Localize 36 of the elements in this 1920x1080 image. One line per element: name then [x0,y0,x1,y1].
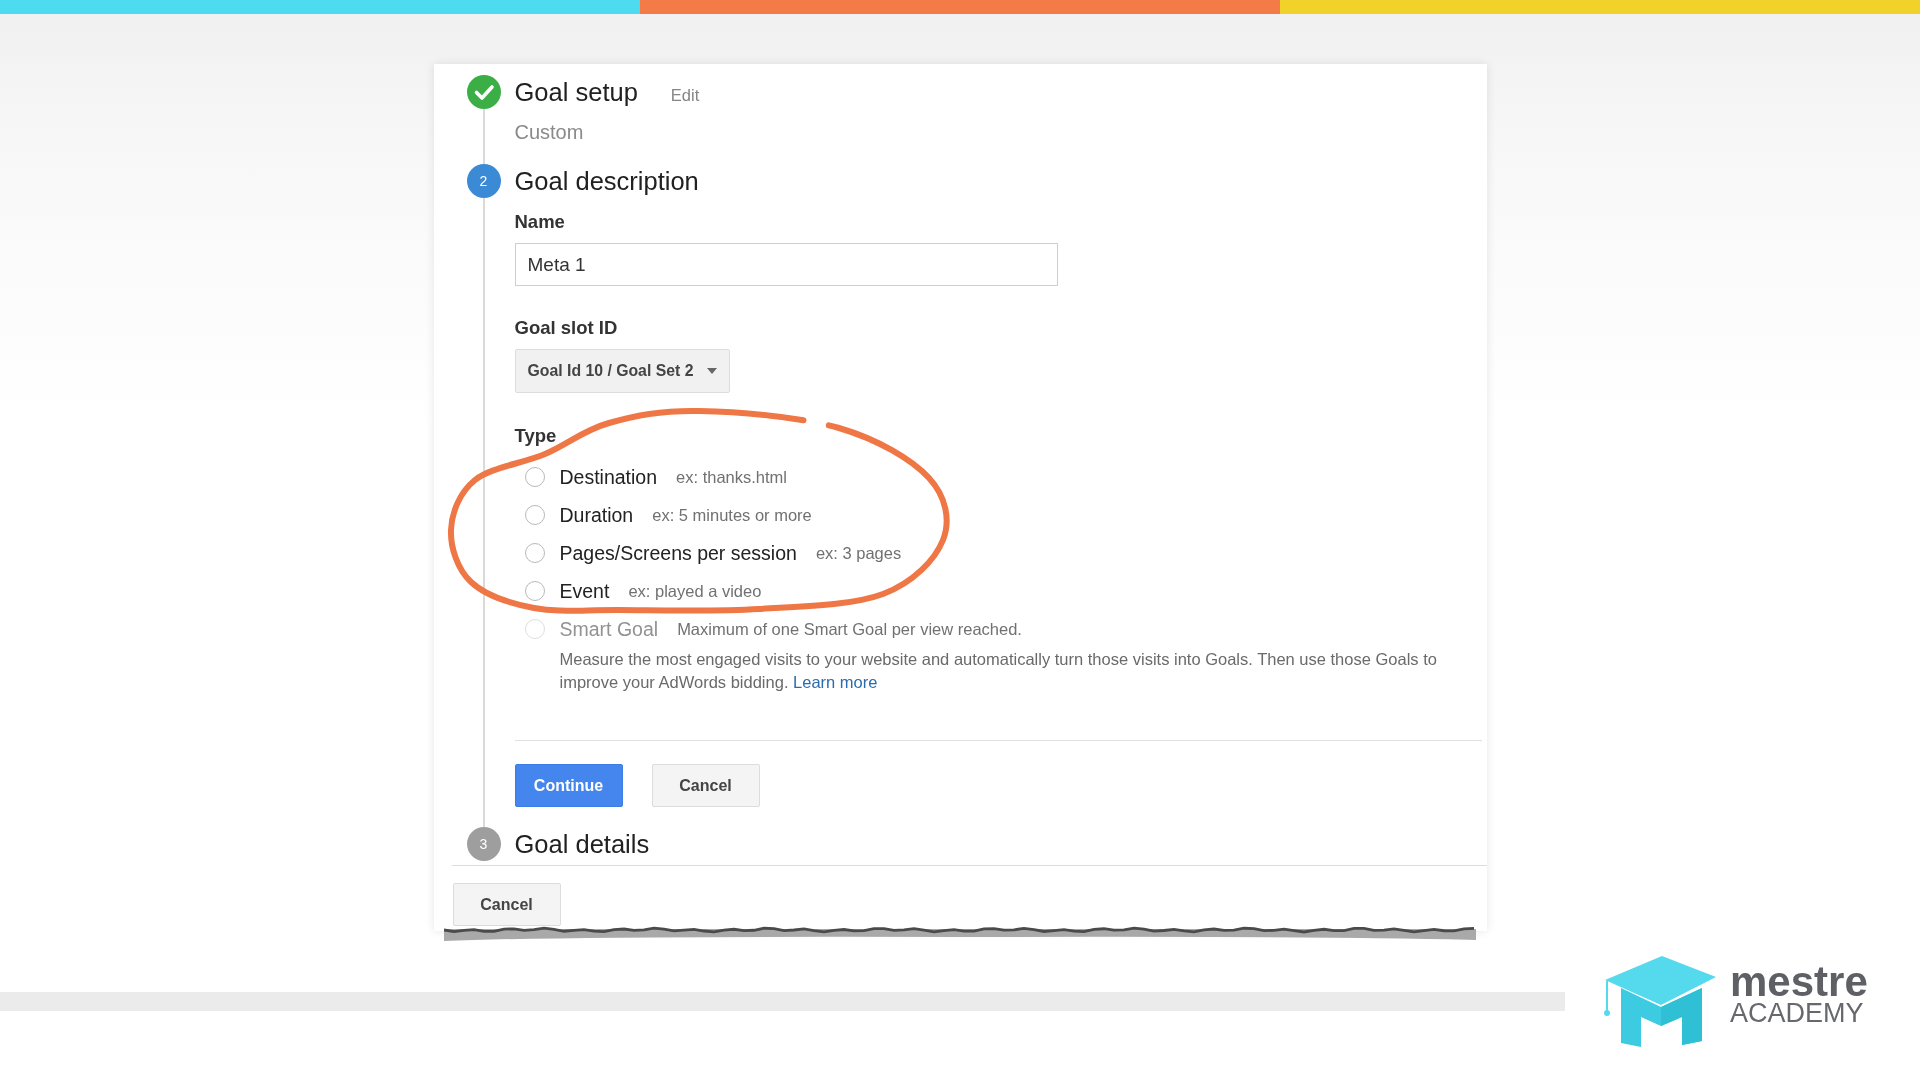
step-title: Goal details [514,829,650,860]
cancel-button[interactable]: Cancel [452,883,561,926]
option-label: Destination [559,465,658,489]
option-label: Duration [559,503,634,527]
option-hint: ex: played a video [628,581,762,601]
smart-goal-description: Measure the most engaged visits to your website and automatically turn those visits into Goals. Then use those Goals to improve your AdWords bidding. Learn more [559,649,1438,693]
radio-button[interactable] [524,467,545,487]
logo-wordmark: mestre [1730,964,1868,1000]
cancel-button[interactable]: Cancel [651,764,760,807]
field-label: Type [514,424,558,448]
step-badge: 3 [466,827,501,861]
check-icon [466,75,501,109]
mortarboard-icon [1604,955,1717,1047]
radio-button[interactable] [524,543,545,563]
option-hint: ex: 3 pages [815,543,902,563]
field-label: Name [514,210,566,234]
continue-button[interactable]: Continue [514,764,623,807]
learn-more-link[interactable]: Learn more [793,673,878,691]
goal-slot-dropdown[interactable]: Goal Id 10 / Goal Set 2 [514,349,730,393]
option-label: Smart Goal [559,617,659,641]
field-label: Goal slot ID [514,316,619,340]
caret-icon [706,368,717,374]
step-badge: 2 [466,164,501,198]
option-label: Event [559,579,610,603]
option-hint: Maximum of one Smart Goal per view reached. [677,619,1022,639]
option-hint: ex: thanks.html [676,467,788,487]
option-hint: ex: 5 minutes or more [652,505,812,525]
step-summary: Custom [514,120,585,144]
option-label: Pages/Screens per session [559,541,797,565]
step-title: Goal description [514,166,699,197]
edit-link[interactable]: Edit [670,86,700,105]
logo-tagline: ACADEMY [1730,1000,1865,1026]
step-title: Goal setup [514,77,638,108]
radio-button[interactable] [524,581,545,601]
radio-button[interactable] [524,505,545,525]
name-field[interactable]: Meta 1 [514,243,1058,286]
